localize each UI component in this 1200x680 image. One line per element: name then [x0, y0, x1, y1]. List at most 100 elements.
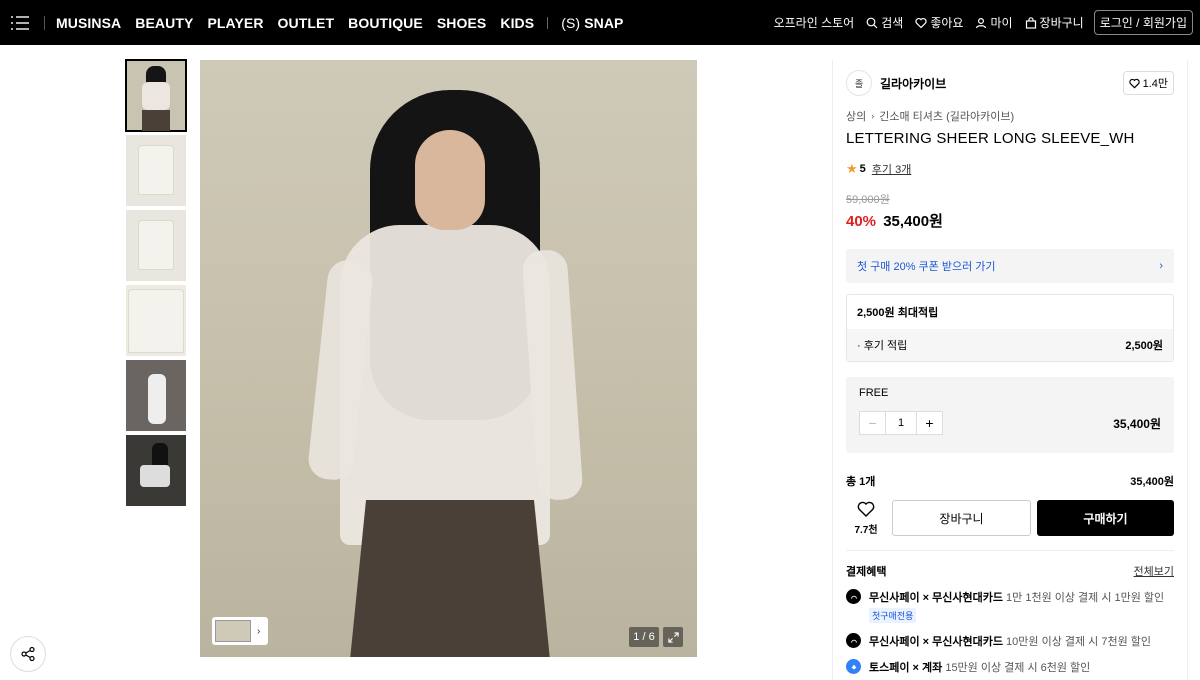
share-button[interactable]: [10, 636, 46, 672]
buy-now-button[interactable]: 구매하기: [1037, 500, 1174, 536]
quantity-value[interactable]: 1: [886, 412, 916, 434]
search-link[interactable]: 검색: [866, 14, 903, 31]
sale-price: 35,400원: [883, 213, 943, 230]
main-product-image[interactable]: › 1 / 6: [200, 60, 697, 657]
thumbnail-5[interactable]: [126, 360, 186, 431]
product-title: LETTERING SHEER LONG SLEEVE_WH: [846, 130, 1135, 147]
nav-item-kids[interactable]: KIDS: [500, 15, 534, 31]
quantity-increase-button[interactable]: +: [916, 412, 942, 434]
nav-item-beauty[interactable]: BEAUTY: [135, 15, 193, 31]
heart-icon: [915, 17, 927, 28]
thumbnail-6[interactable]: [126, 435, 186, 506]
nav-item-outlet[interactable]: OUTLET: [278, 15, 335, 31]
brand-row: 졸 길라아카이브 1.4만: [846, 70, 1174, 96]
model-shirt: [340, 225, 550, 545]
review-count-link[interactable]: 후기 3개: [872, 161, 912, 177]
thumbnail-2[interactable]: [126, 135, 186, 206]
toss-pay-icon: [846, 659, 861, 674]
search-label: 검색: [881, 16, 904, 30]
thumbnail-list: [125, 59, 187, 510]
my-page-link[interactable]: 마이: [975, 14, 1013, 31]
brand-like-count: 1.4만: [1142, 78, 1168, 90]
offline-store-link[interactable]: 오프라인 스토어: [774, 14, 855, 31]
thumbnail-4[interactable]: [126, 285, 186, 356]
see-all-link[interactable]: 전체보기: [1134, 563, 1174, 579]
top-navigation-bar: MUSINSA BEAUTY PLAYER OUTLET BOUTIQUE SH…: [0, 0, 1200, 45]
benefit-item: 토스페이 × 계좌 15만원 이상 결제 시 6천원 할인: [846, 659, 1174, 675]
points-box: 2,500원 최대적립 · 후기 적립 2,500원: [846, 294, 1174, 362]
nav-divider: [44, 15, 45, 30]
total-row: 총 1개 35,400원: [846, 473, 1174, 489]
mini-thumbnail: [215, 620, 251, 642]
share-icon: [21, 646, 35, 662]
cart-label: 장바구니: [1039, 16, 1084, 30]
hamburger-menu-icon[interactable]: [0, 0, 40, 45]
total-label: 총 1개: [846, 476, 876, 488]
benefit-text: 1만 1천원 이상 결제 시 1만원 할인: [1002, 592, 1165, 604]
musinsa-pay-icon: [846, 633, 861, 648]
star-icon: ★: [846, 161, 858, 176]
brand-name[interactable]: 길라아카이브: [880, 75, 946, 92]
brand-like-button[interactable]: 1.4만: [1122, 71, 1174, 95]
coupon-banner-text: 첫 구매 20% 쿠폰 받으러 가기: [857, 261, 996, 273]
wish-count: 7.7천: [854, 525, 878, 536]
chevron-right-icon: ›: [257, 625, 261, 637]
nav-item-boutique[interactable]: BOUTIQUE: [348, 15, 423, 31]
snap-label: SNAP: [584, 14, 624, 31]
rating-score: 5: [859, 163, 866, 175]
nav-item-player[interactable]: PLAYER: [207, 15, 263, 31]
benefit-item: 무신사페이 × 무신사현대카드 10만원 이상 결제 시 7천원 할인: [846, 633, 1174, 649]
wish-button[interactable]: 7.7천: [846, 500, 886, 536]
musinsa-pay-icon: [846, 589, 861, 604]
mini-thumbnail-strip[interactable]: ›: [212, 617, 268, 645]
user-icon: [976, 17, 987, 28]
benefit-item: 무신사페이 × 무신사현대카드 1만 1천원 이상 결제 시 1만원 할인 첫구…: [846, 589, 1174, 623]
quantity-decrease-button[interactable]: −: [860, 412, 886, 434]
chevron-right-icon: ›: [871, 111, 875, 121]
likes-link[interactable]: 좋아요: [915, 14, 963, 31]
first-purchase-tag: 첫구매전용: [869, 608, 917, 623]
payment-benefits-header: 결제혜택 전체보기: [846, 563, 1174, 579]
original-price: 59,000원: [846, 194, 890, 206]
shopping-bag-icon: [1025, 16, 1036, 29]
nav-item-shoes[interactable]: SHOES: [437, 15, 487, 31]
first-purchase-coupon-banner[interactable]: 첫 구매 20% 쿠폰 받으러 가기 ›: [846, 249, 1174, 283]
price-row: 40% 35,400원: [846, 210, 1174, 231]
divider: [846, 550, 1174, 551]
likes-label: 좋아요: [930, 16, 964, 30]
benefit-provider: 무신사페이 × 무신사현대카드: [869, 592, 1003, 604]
action-row: 7.7천 장바구니 구매하기: [846, 500, 1174, 536]
heart-icon: [857, 501, 875, 517]
thumbnail-3[interactable]: [126, 210, 186, 281]
quantity-stepper: − 1 +: [859, 411, 943, 435]
main-nav: MUSINSA BEAUTY PLAYER OUTLET BOUTIQUE SH…: [49, 15, 630, 31]
expand-icon[interactable]: [663, 627, 683, 647]
quantity-row: − 1 + 35,400원: [859, 411, 1161, 435]
rating-row: ★ 5 후기 3개: [846, 161, 1174, 177]
breadcrumb-item-subcategory[interactable]: 긴소매 티셔츠 (길라아카이브): [879, 108, 1014, 124]
nav-item-musinsa[interactable]: MUSINSA: [56, 15, 121, 31]
model-face: [415, 130, 485, 230]
discount-rate: 40%: [846, 213, 877, 230]
benefit-provider: 무신사페이 × 무신사현대카드: [869, 636, 1003, 648]
chevron-right-icon: ›: [1159, 260, 1163, 272]
points-row-label: · 후기 적립: [857, 340, 908, 352]
breadcrumb: 상의 › 긴소매 티셔츠 (길라아카이브): [846, 108, 1174, 124]
nav-item-snap[interactable]: (S) SNAP: [561, 15, 623, 31]
benefit-text: 15만원 이상 결제 시 6천원 할인: [942, 662, 1091, 674]
selected-option-box: FREE − 1 + 35,400원: [846, 377, 1174, 453]
brand-logo[interactable]: 졸: [846, 70, 872, 96]
points-title: 2,500원 최대적립: [857, 307, 939, 319]
breadcrumb-item-category[interactable]: 상의: [846, 108, 866, 124]
my-page-label: 마이: [990, 16, 1013, 30]
login-signup-button[interactable]: 로그인 / 회원가입: [1093, 10, 1193, 35]
option-price: 35,400원: [1113, 416, 1161, 431]
thumbnail-1[interactable]: [125, 59, 187, 132]
snap-prefix: (S): [561, 14, 581, 31]
search-icon: [866, 17, 878, 28]
heart-icon: [1128, 78, 1140, 88]
product-info-panel: 졸 길라아카이브 1.4만 상의 › 긴소매 티셔츠 (길라아카이브) LETT…: [832, 60, 1188, 680]
points-row-value: 2,500원: [1125, 340, 1163, 352]
add-to-cart-button[interactable]: 장바구니: [892, 500, 1031, 536]
cart-link[interactable]: 장바구니: [1025, 14, 1084, 31]
